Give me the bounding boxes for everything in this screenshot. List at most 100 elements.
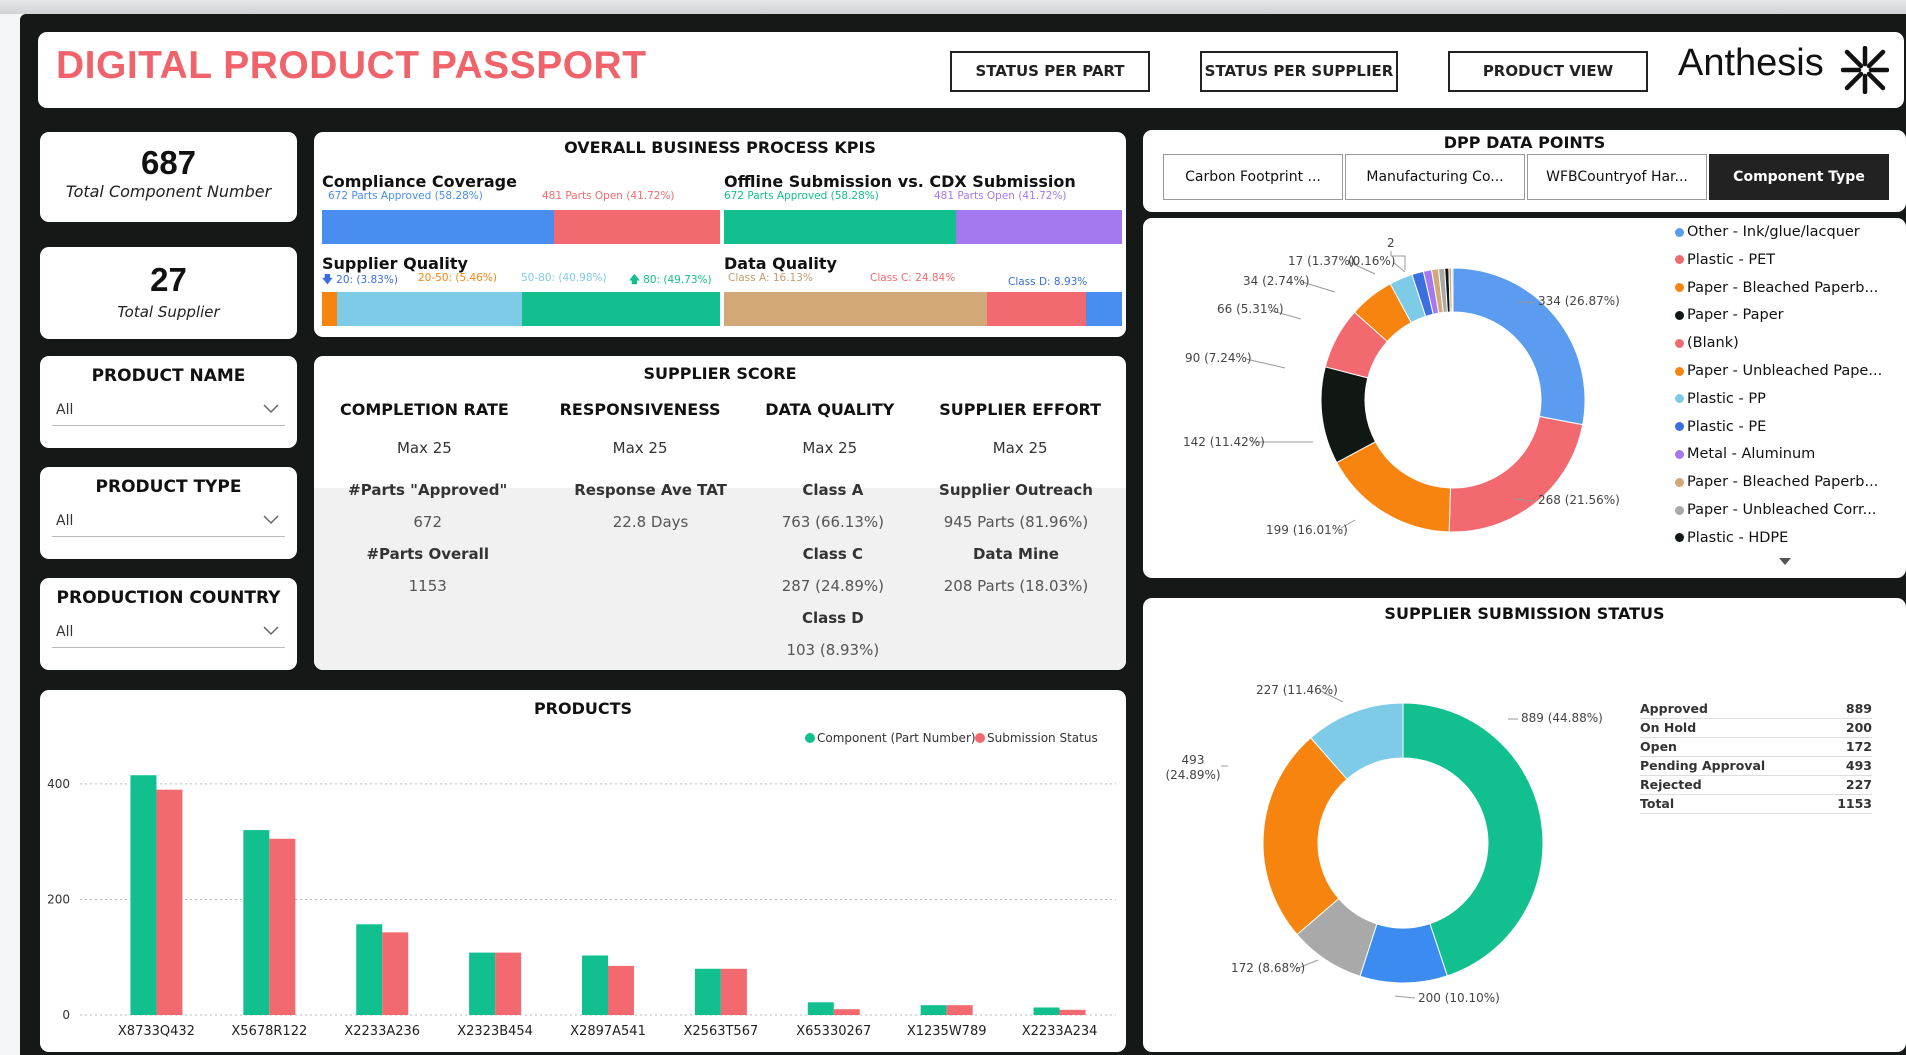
- score-cell: 287 (24.89%): [781, 577, 884, 595]
- legend-item[interactable]: Paper - Bleached Paperb...: [1675, 474, 1878, 490]
- supplier-quality-label-50-80: 50-80: (40.98%): [521, 272, 607, 284]
- products-chart-card: PRODUCTS Component (Part Number) Submissio…: [40, 690, 1126, 1052]
- anthesis-logo-icon: [1841, 46, 1889, 94]
- offline-open-bar[interactable]: [955, 210, 1122, 244]
- nav-status-per-supplier-button[interactable]: STATUS PER SUPPLIER: [1200, 51, 1398, 92]
- slice-label: 334 (26.87%): [1538, 294, 1620, 308]
- score-cell: #Parts Overall: [366, 545, 489, 563]
- supplier-quality-label-20-50: 20-50: (5.46%): [418, 272, 497, 284]
- col-supplier-effort: SUPPLIER EFFORT: [939, 400, 1102, 419]
- tab-manufacturing-country[interactable]: Manufacturing Co...: [1345, 154, 1525, 200]
- score-cell: Response Ave TAT: [574, 481, 727, 499]
- slice-label: 493: [1182, 753, 1205, 767]
- compliance-approved-bar[interactable]: [322, 210, 554, 244]
- data-quality-segment[interactable]: [1086, 292, 1122, 326]
- legend-item[interactable]: Plastic - PP: [1675, 391, 1766, 407]
- legend-item[interactable]: Other - Ink/glue/lacquer: [1675, 224, 1860, 240]
- score-cell: Class C: [802, 545, 864, 563]
- status-label: Open: [1640, 739, 1677, 754]
- bar[interactable]: [807, 1002, 834, 1015]
- offline-approved-bar[interactable]: [724, 210, 956, 244]
- legend-scroll-down-icon[interactable]: [1779, 558, 1791, 566]
- tab-carbon-footprint[interactable]: Carbon Footprint ...: [1163, 154, 1343, 200]
- bar[interactable]: [1033, 1007, 1060, 1015]
- bar[interactable]: [469, 952, 496, 1015]
- production-country-selected: All: [56, 624, 74, 640]
- slice-label: 90 (7.24%): [1185, 351, 1252, 365]
- total-component-value: 687: [140, 144, 197, 181]
- compliance-open-bar[interactable]: [553, 210, 720, 244]
- brand-logo-text: Anthesis: [1678, 42, 1824, 84]
- bar[interactable]: [156, 789, 183, 1015]
- bar[interactable]: [920, 1005, 947, 1015]
- bar[interactable]: [720, 968, 747, 1015]
- bar[interactable]: [269, 838, 296, 1015]
- legend-item[interactable]: Paper - Unbleached Pape...: [1675, 363, 1882, 379]
- arrow-down-icon: 🡇: [322, 274, 333, 286]
- legend-label: Paper - Bleached Paperb...: [1687, 279, 1879, 296]
- supplier-quality-segment[interactable]: [358, 292, 523, 326]
- product-type-slicer-title: PRODUCT TYPE: [95, 477, 242, 497]
- tab-wfb-country[interactable]: WFBCountryof Har...: [1527, 154, 1707, 200]
- bar[interactable]: [356, 924, 383, 1015]
- donut-slice[interactable]: [1336, 441, 1451, 533]
- score-cell: Data Mine: [972, 545, 1059, 563]
- legend-label[interactable]: Submission Status: [987, 731, 1098, 745]
- status-value: 889: [1845, 701, 1872, 716]
- status-label: On Hold: [1640, 720, 1697, 735]
- bar[interactable]: [694, 968, 721, 1015]
- max-data-quality: Max 25: [802, 439, 858, 457]
- product-type-dropdown[interactable]: All: [52, 507, 285, 537]
- supplier-quality-segment[interactable]: [322, 292, 338, 326]
- data-quality-segment[interactable]: [724, 292, 988, 326]
- status-label: Approved: [1640, 701, 1708, 716]
- x-tick-label: X65330267: [796, 1024, 871, 1039]
- legend-item[interactable]: (Blank): [1675, 335, 1739, 351]
- supplier-status-table: Approved 889 On Hold 200 Open 172 Pending Appr…: [1640, 700, 1872, 814]
- nav-product-view-button[interactable]: PRODUCT VIEW: [1448, 51, 1648, 92]
- legend-label: Paper - Unbleached Pape...: [1687, 363, 1883, 379]
- donut-slice[interactable]: [1448, 415, 1584, 533]
- bar[interactable]: [608, 965, 634, 1015]
- legend-item[interactable]: Paper - Bleached Paperb...: [1675, 280, 1878, 296]
- supplier-quality-label-lt20: 🡇 20: (3.83%): [322, 272, 398, 290]
- production-country-dropdown[interactable]: All: [52, 618, 285, 648]
- legend-label[interactable]: Component (Part Number): [817, 731, 976, 745]
- donut-slice[interactable]: [1452, 267, 1586, 426]
- bar[interactable]: [833, 1009, 860, 1015]
- bar[interactable]: [243, 830, 270, 1015]
- supplier-quality-segment[interactable]: [337, 292, 359, 326]
- legend-item[interactable]: Plastic - PET: [1675, 252, 1775, 268]
- data-quality-segment[interactable]: [987, 292, 1087, 326]
- legend-dot-icon: [1675, 533, 1684, 543]
- slice-label: 200 (10.10%): [1418, 991, 1500, 1005]
- legend-item[interactable]: Paper - Paper: [1675, 307, 1784, 323]
- supplier-quality-segment[interactable]: [522, 292, 720, 326]
- bar[interactable]: [946, 1005, 973, 1015]
- bar[interactable]: [495, 952, 522, 1015]
- data-quality-label-a: Class A: 16.13%: [728, 272, 813, 284]
- bar[interactable]: [382, 932, 409, 1015]
- bar[interactable]: [582, 955, 608, 1015]
- supplier-status-donut: 889 (44.88%) 200 (10.10%) 172 (8.68%) 493(2…: [1165, 683, 1602, 1005]
- max-completion: Max 25: [396, 439, 452, 457]
- status-table-row: Approved 889: [1640, 700, 1872, 719]
- legend-item[interactable]: Plastic - PE: [1675, 419, 1766, 435]
- offline-open-label: 481 Parts Open (41.72%): [934, 190, 1067, 202]
- legend-dot-icon: [805, 733, 815, 743]
- status-table-row: Pending Approval 493: [1640, 757, 1872, 776]
- max-supplier-effort: Max 25: [992, 439, 1048, 457]
- product-name-dropdown[interactable]: All: [52, 396, 285, 426]
- bar[interactable]: [130, 775, 157, 1015]
- legend-item[interactable]: Paper - Unbleached Corr...: [1675, 502, 1876, 518]
- tab-component-type[interactable]: Component Type: [1709, 154, 1889, 200]
- nav-status-per-part-button[interactable]: STATUS PER PART: [950, 51, 1150, 92]
- legend-item[interactable]: Plastic - HDPE: [1675, 530, 1788, 546]
- donut-slice[interactable]: [1451, 267, 1454, 313]
- data-quality-title: Data Quality: [724, 254, 837, 273]
- bar[interactable]: [1059, 1009, 1086, 1015]
- business-kpis-card: OVERALL BUSINESS PROCESS KPIS Compliance…: [314, 132, 1126, 337]
- page-title: DIGITAL PRODUCT PASSPORT: [56, 44, 647, 87]
- slice-label: 34 (2.74%): [1243, 274, 1310, 288]
- legend-item[interactable]: Metal - Aluminum: [1675, 446, 1815, 462]
